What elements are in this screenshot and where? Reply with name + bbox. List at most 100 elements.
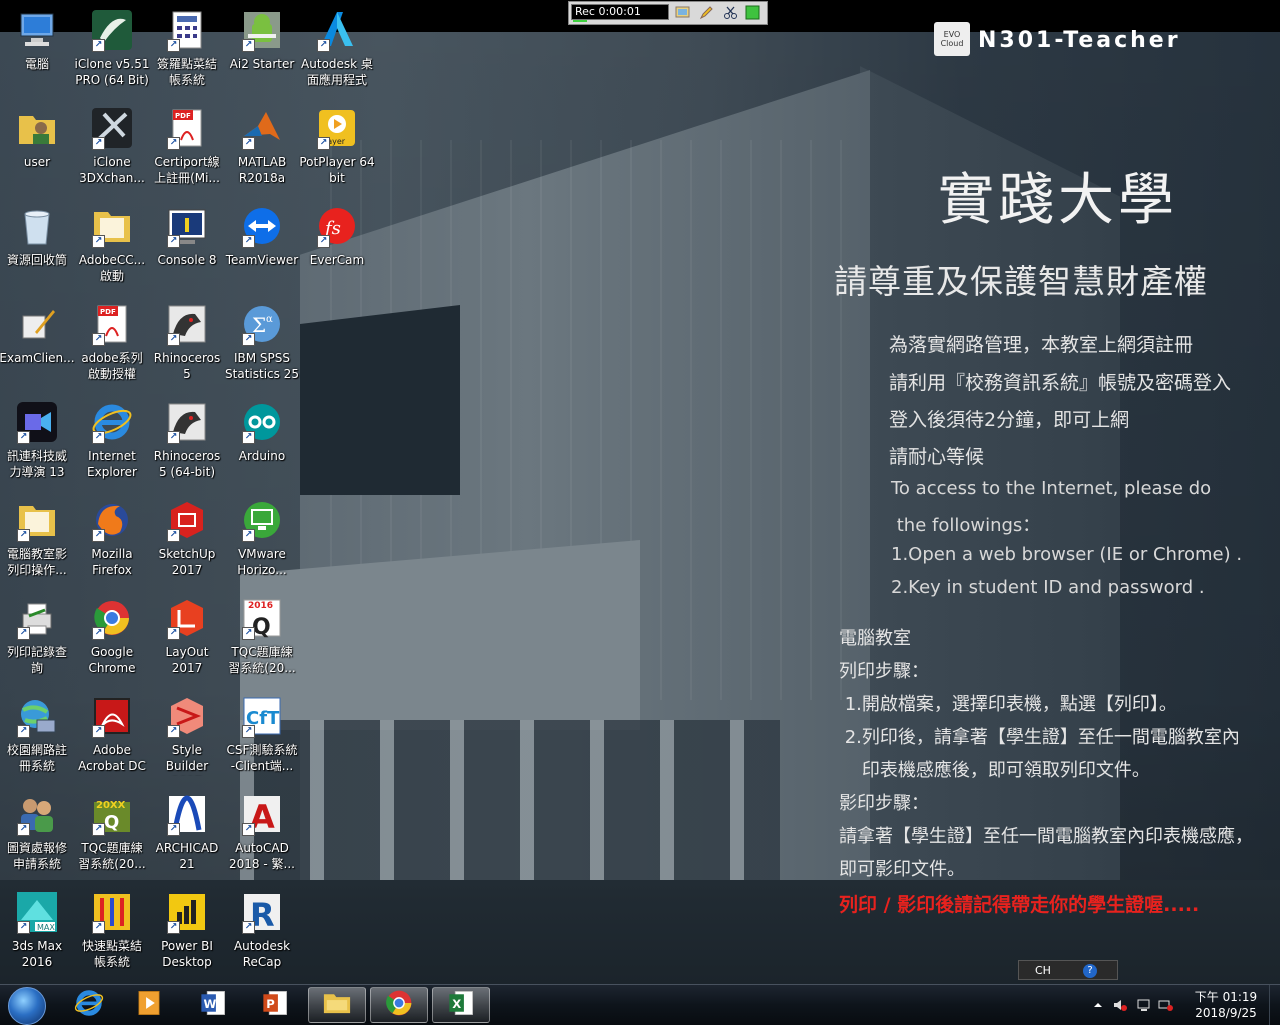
taskbar-chrome-button[interactable]: [370, 987, 428, 1023]
shortcut-arrow-icon: ↗: [17, 921, 30, 934]
clock[interactable]: 下午 01:19 2018/9/25: [1184, 989, 1268, 1021]
desktop-icon-console[interactable]: ↗ Console 8: [149, 198, 225, 294]
tqc-icon: 20XX Q ↗: [90, 792, 134, 836]
explorer-icon: [321, 987, 353, 1023]
notice-line: 登入後須待2分鐘，即可上網: [889, 409, 1130, 431]
recorder-pen-icon[interactable]: [699, 5, 714, 20]
desktop-icon-exam-client[interactable]: ExamClien...: [0, 296, 75, 392]
desktop-icon-powerdirector[interactable]: ↗ 訊連科技威 力導演 13: [0, 394, 75, 490]
network-disconnected-icon[interactable]: [1158, 997, 1174, 1013]
taskbar-explorer-button[interactable]: [308, 987, 366, 1023]
desktop-icon-tqc[interactable]: 20XX Q ↗ TQC題庫練 習系統(20...: [74, 786, 150, 882]
spss-icon: Σα ↗: [240, 302, 284, 346]
desktop-icon-vmware[interactable]: ↗ VMware Horizo...: [224, 492, 300, 588]
shortcut-arrow-icon: ↗: [92, 823, 105, 836]
chrome-icon: [383, 987, 415, 1023]
print-line: 1.開啟檔案，選擇印表機，點選【列印】。: [839, 694, 1177, 715]
desktop-icon-powerbi[interactable]: ↗ Power BI Desktop: [149, 884, 225, 980]
evo-cloud-logo: EVO Cloud: [934, 22, 970, 56]
wallpaper-window: [300, 305, 460, 495]
taskbar-powerpoint-button[interactable]: P: [246, 987, 304, 1023]
desktop-icon-autocad[interactable]: A ↗ AutoCAD 2018 - 繁...: [224, 786, 300, 882]
desktop-icon-stylebuilder[interactable]: ↗ Style Builder 2017: [149, 688, 225, 784]
food-icon: ↗: [90, 890, 134, 934]
desktop-icon-sketchup[interactable]: ↗ SketchUp 2017: [149, 492, 225, 588]
desktop-icon-teamviewer[interactable]: ↗ TeamViewer: [224, 198, 300, 294]
desktop-icon-network[interactable]: ↗ 校園網路註 冊系統: [0, 688, 75, 784]
desktop-icon-label: Power BI Desktop: [161, 939, 213, 969]
desktop-icon-csf[interactable]: CfT ↗ CSF測驗系統 -Client端...: [224, 688, 300, 784]
vmware-icon: ↗: [240, 498, 284, 542]
language-bar[interactable]: CH ?: [1018, 960, 1118, 980]
desktop-icon-user-folder[interactable]: user: [0, 100, 75, 196]
recorder-screen-icon[interactable]: [675, 5, 690, 20]
start-button[interactable]: [4, 986, 48, 1025]
desktop-icon-printer[interactable]: ↗ 列印記錄查 詢: [0, 590, 75, 686]
desktop-icon-folder[interactable]: ↗ AdobeCC... 啟動: [74, 198, 150, 294]
layout-icon: ↗: [165, 596, 209, 640]
desktop-icon-food[interactable]: ↗ 快速點菜結 帳系統: [74, 884, 150, 980]
ip-notice-title: 請尊重及保護智慧財產權: [834, 262, 1208, 301]
desktop-icon-recap[interactable]: R ↗ Autodesk ReCap: [224, 884, 300, 980]
shortcut-arrow-icon: ↗: [242, 333, 255, 346]
taskbar-media-button[interactable]: [120, 987, 178, 1023]
desktop-icon-firefox[interactable]: ↗ Mozilla Firefox: [74, 492, 150, 588]
desktop-icon-layout[interactable]: ↗ LayOut 2017: [149, 590, 225, 686]
desktop-icon-matlab[interactable]: ↗ MATLAB R2018a: [224, 100, 300, 196]
svg-text:α: α: [266, 314, 273, 325]
chrome-icon: ↗: [90, 596, 134, 640]
desktop-icon-pdf[interactable]: PDF ↗ adobe系列 啟動授權: [74, 296, 150, 392]
desktop-icon-label: Google Chrome: [88, 645, 136, 675]
taskbar-ie-button[interactable]: [60, 987, 118, 1023]
screen-recorder-bar[interactable]: Rec 0:00:01: [568, 1, 768, 25]
desktop-icon-computer[interactable]: 電腦: [0, 2, 75, 98]
desktop-icon-label: VMware Horizo...: [237, 547, 287, 577]
desktop-icon-potplayer[interactable]: layer ↗ PotPlayer 64 bit: [299, 100, 375, 196]
help-icon[interactable]: ?: [1083, 964, 1097, 978]
desktop-icon-label: iClone 3DXchan...: [79, 155, 145, 185]
desktop-icon-users[interactable]: ↗ 圖資處報修 申請系統: [0, 786, 75, 882]
notice-en-line: 2.Key in student ID and password .: [891, 577, 1205, 598]
desktop-icon-folder[interactable]: ↗ 電腦教室影 列印操作...: [0, 492, 75, 588]
recorder-level-meter: [573, 20, 587, 22]
recap-icon: R ↗: [240, 890, 284, 934]
network-icon: ↗: [15, 694, 59, 738]
desktop-icon-rhino[interactable]: ↗ Rhinoceros 5: [149, 296, 225, 392]
recorder-scissors-icon[interactable]: [723, 5, 738, 20]
desktop-icon-iclone[interactable]: ↗ iClone v5.51 PRO (64 Bit): [74, 2, 150, 98]
shortcut-arrow-icon: ↗: [92, 137, 105, 150]
desktop-icon-archicad[interactable]: ↗ ARCHICAD 21: [149, 786, 225, 882]
desktop-icon-arduino[interactable]: ↗ Arduino: [224, 394, 300, 490]
desktop-icon-tqc2016[interactable]: 2016 Q ↗ TQC題庫練 習系統(20...: [224, 590, 300, 686]
show-desktop-button[interactable]: [1269, 985, 1280, 1025]
desktop-icon-recycle-bin[interactable]: 資源回收筒: [0, 198, 75, 294]
desktop-icon-spss[interactable]: Σα ↗ IBM SPSS Statistics 25: [224, 296, 300, 392]
show-hidden-icons-icon[interactable]: [1090, 997, 1106, 1013]
desktop-icon-label: AdobeCC... 啟動: [78, 253, 146, 283]
desktop-icon-android[interactable]: ↗ Ai2 Starter: [224, 2, 300, 98]
desktop-icon-ie[interactable]: ↗ Internet Explorer: [74, 394, 150, 490]
notice-line: 請利用『校務資訊系統』帳號及密碼登入: [889, 372, 1232, 394]
action-center-icon[interactable]: [1136, 997, 1152, 1013]
desktop-icon-chrome[interactable]: ↗ Google Chrome: [74, 590, 150, 686]
desktop-icon-evercam[interactable]: fs ↗ EverCam: [299, 198, 375, 294]
shortcut-arrow-icon: ↗: [317, 137, 330, 150]
desktop-icon-calculator[interactable]: ↗ 簽羅點菜結 帳系統: [149, 2, 225, 98]
taskbar-word-button[interactable]: W: [184, 987, 242, 1023]
shortcut-arrow-icon: ↗: [17, 529, 30, 542]
desktop-icon-3dxchange[interactable]: ↗ iClone 3DXchan...: [74, 100, 150, 196]
taskbar-excel-button[interactable]: X: [432, 987, 490, 1023]
stylebuilder-icon: ↗: [165, 694, 209, 738]
recorder-stop-icon[interactable]: [745, 5, 760, 20]
desktop-icon-label: IBM SPSS Statistics 25: [225, 351, 299, 381]
volume-muted-icon[interactable]: [1112, 997, 1128, 1013]
desktop-icon-label: AutoCAD 2018 - 繁...: [229, 841, 295, 871]
shortcut-arrow-icon: ↗: [92, 235, 105, 248]
desktop-icon-3dsmax[interactable]: MAX ↗ 3ds Max 2016: [0, 884, 75, 980]
desktop-icon-label: ARCHICAD 21: [155, 841, 219, 871]
shortcut-arrow-icon: ↗: [167, 627, 180, 640]
desktop-icon-autodesk[interactable]: ↗ Autodesk 桌 面應用程式: [299, 2, 375, 98]
desktop-icon-rhino[interactable]: ↗ Rhinoceros 5 (64-bit): [149, 394, 225, 490]
desktop-icon-pdf[interactable]: PDF ↗ Certiport線 上註冊(Mi...: [149, 100, 225, 196]
desktop-icon-acrobat[interactable]: ↗ Adobe Acrobat DC: [74, 688, 150, 784]
